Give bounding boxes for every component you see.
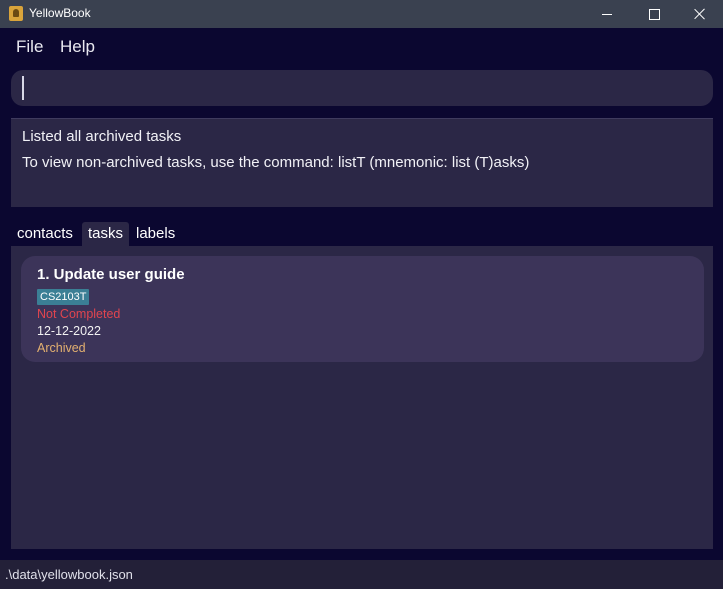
task-title: 1. Update user guide <box>37 266 185 283</box>
tab-contacts[interactable]: contacts <box>11 222 79 246</box>
text-caret <box>22 76 24 100</box>
window-title: YellowBook <box>29 6 91 20</box>
result-display: Listed all archived tasks To view non-ar… <box>11 118 713 207</box>
menu-file[interactable]: File <box>16 37 43 57</box>
task-label-tag: CS2103T <box>37 289 90 305</box>
result-message-line-1: Listed all archived tasks <box>22 128 182 145</box>
command-input[interactable] <box>11 70 713 106</box>
menu-help[interactable]: Help <box>60 37 95 57</box>
minimize-icon <box>602 13 612 15</box>
tab-tasks[interactable]: tasks <box>82 222 130 246</box>
maximize-icon <box>648 8 660 20</box>
minimize-button[interactable] <box>584 0 630 28</box>
task-deadline: 12-12-2022 <box>37 324 101 338</box>
maximize-button[interactable] <box>631 0 677 28</box>
result-message-line-2: To view non-archived tasks, use the comm… <box>22 154 530 171</box>
menu-bar: File Help <box>0 28 723 66</box>
title-bar: YellowBook <box>0 0 723 28</box>
tab-labels[interactable]: labels <box>130 222 181 246</box>
status-bar: .\data\yellowbook.json <box>0 560 723 589</box>
close-button[interactable] <box>677 0 723 28</box>
close-icon <box>694 8 706 20</box>
task-list-panel[interactable]: 1. Update user guide CS2103T Not Complet… <box>11 246 713 549</box>
task-card[interactable]: 1. Update user guide CS2103T Not Complet… <box>21 256 704 362</box>
task-archived-status: Archived <box>37 341 86 355</box>
save-file-path: .\data\yellowbook.json <box>5 567 133 582</box>
task-status: Not Completed <box>37 307 121 321</box>
app-book-icon <box>9 6 23 21</box>
